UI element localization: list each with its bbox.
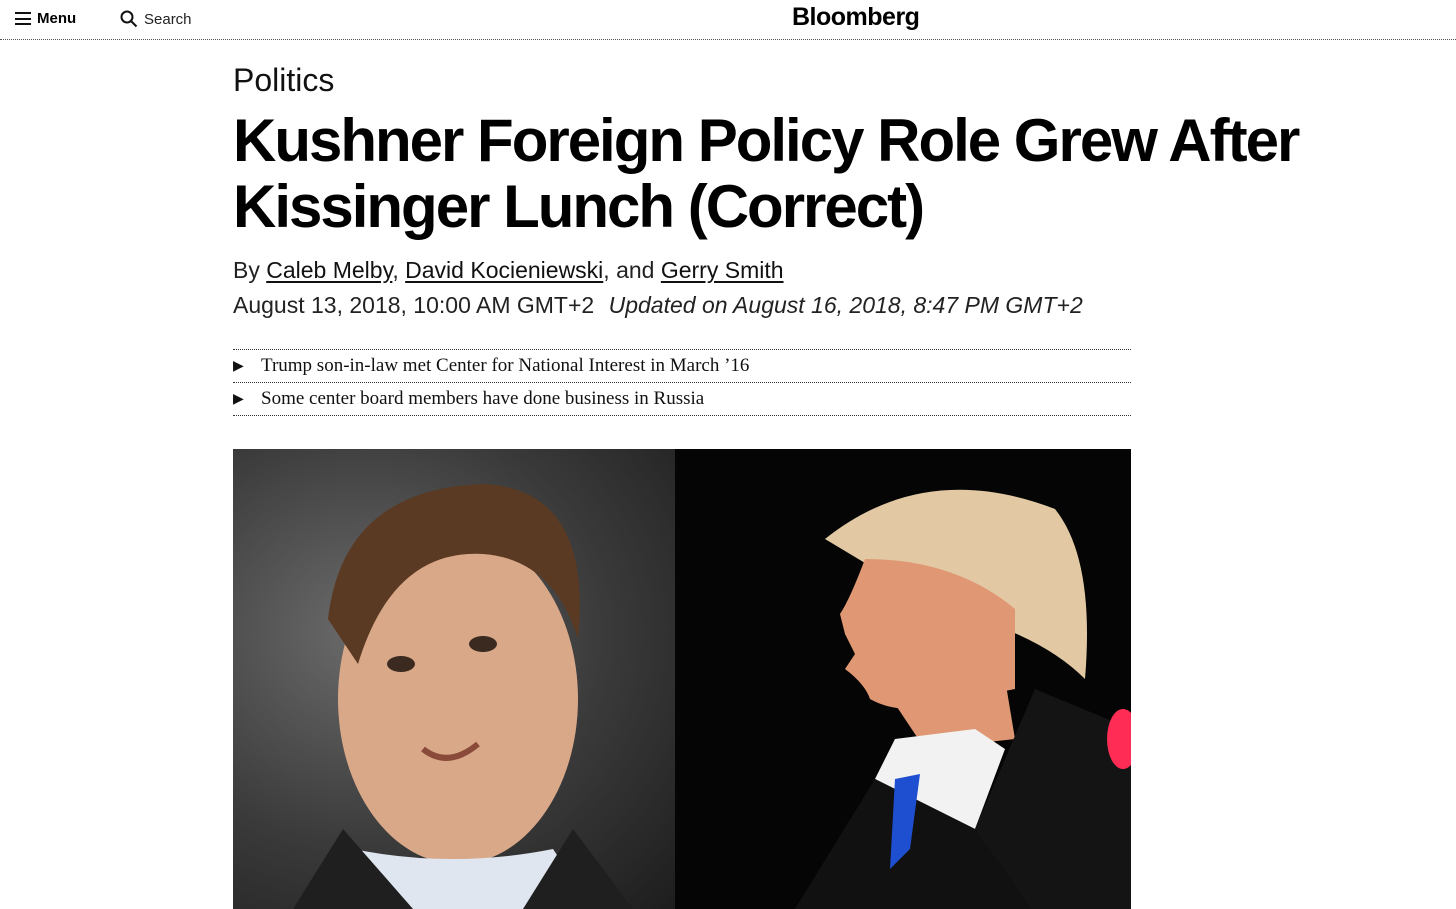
lead-photo-left-portrait	[233, 449, 675, 909]
menu-label: Menu	[37, 10, 77, 27]
play-triangle-icon: ▶	[233, 358, 244, 374]
section-kicker[interactable]: Politics	[233, 62, 334, 99]
summary-bullet: ▶ Trump son-in-law met Center for Nation…	[233, 350, 1131, 383]
portrait-illustration-left	[293, 484, 633, 909]
byline-separator-and: , and	[603, 257, 661, 283]
search-button[interactable]: Search	[120, 10, 192, 28]
author-link-gerry-smith[interactable]: Gerry Smith	[661, 257, 784, 283]
author-link-caleb-melby[interactable]: Caleb Melby	[266, 257, 392, 283]
summary-bullet: ▶ Some center board members have done bu…	[233, 383, 1131, 416]
byline-prefix: By	[233, 257, 267, 283]
portrait-illustration-right	[795, 489, 1131, 909]
published-date: August 13, 2018, 10:00 AM GMT+2	[233, 292, 595, 318]
lead-photo-right-portrait	[675, 449, 1131, 909]
hamburger-icon	[15, 12, 31, 25]
dateline: August 13, 2018, 10:00 AM GMT+2 Updated …	[233, 292, 1083, 319]
article-headline: Kushner Foreign Policy Role Grew After K…	[233, 107, 1300, 240]
byline-separator: ,	[392, 257, 406, 283]
search-label: Search	[144, 10, 192, 28]
menu-button[interactable]: Menu	[15, 10, 76, 27]
summary-bullets: ▶ Trump son-in-law met Center for Nation…	[233, 349, 1131, 416]
byline: By Caleb Melby, David Kocieniewski, and …	[233, 257, 784, 284]
author-link-david-kocieniewski[interactable]: David Kocieniewski	[405, 257, 603, 283]
bloomberg-logo[interactable]: Bloomberg	[792, 3, 920, 32]
lead-photo	[233, 449, 1131, 909]
play-triangle-icon: ▶	[233, 391, 244, 407]
summary-bullet-text: Some center board members have done busi…	[261, 388, 705, 409]
summary-bullet-text: Trump son-in-law met Center for National…	[261, 355, 750, 376]
updated-date: Updated on August 16, 2018, 8:47 PM GMT+…	[608, 292, 1083, 318]
top-nav-bar: Menu Search Bloomberg	[0, 0, 1456, 40]
search-icon	[120, 10, 138, 28]
